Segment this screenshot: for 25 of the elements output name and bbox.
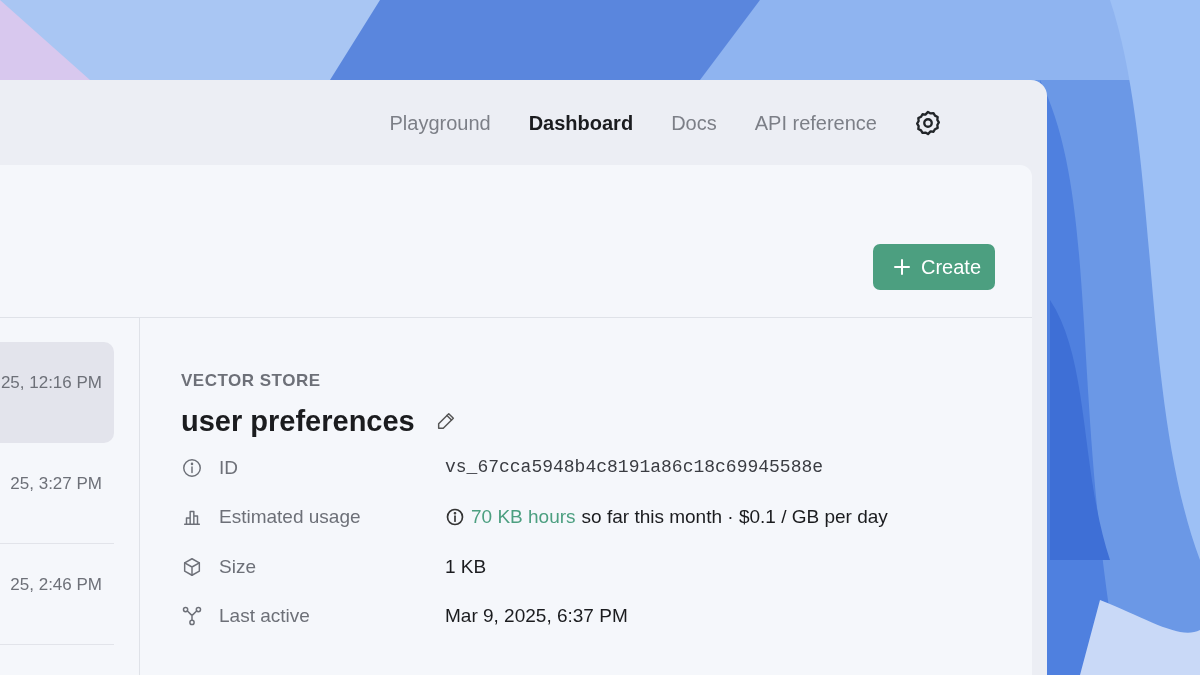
nav-link[interactable]: Docs <box>652 107 736 138</box>
cube-icon <box>181 555 203 578</box>
field-label: Estimated usage <box>219 505 361 529</box>
field-value: 1 KB <box>445 554 487 579</box>
list-item[interactable]: 25, 2:46 PM <box>0 544 114 645</box>
usage-link[interactable]: 70 KB hours <box>471 503 576 532</box>
field-label: Size <box>219 554 256 579</box>
section-label: VECTOR STORE <box>181 370 322 392</box>
nav-link[interactable]: API reference <box>735 107 896 138</box>
list-item[interactable]: 25, 3:27 PM <box>0 443 114 544</box>
nodes-icon <box>181 605 203 628</box>
field-label: Last active <box>219 604 310 628</box>
field-label: ID <box>219 455 238 480</box>
field-value: Mar 9, 2025, 6:37 PM <box>445 604 628 628</box>
nav-link[interactable]: Dashboard <box>509 107 653 138</box>
field-value: vs_67cca5948b4c8191a86c18c69945588e <box>445 456 824 480</box>
settings-icon[interactable] <box>914 108 942 137</box>
info-icon <box>181 456 203 479</box>
info-icon <box>445 507 465 528</box>
list-item[interactable]: 25, 12:16 PM <box>0 342 114 443</box>
create-button[interactable]: Create <box>872 244 995 290</box>
plus-icon <box>892 258 911 276</box>
store-title: user preferences <box>181 403 415 439</box>
nav-link[interactable]: Playground <box>370 107 510 138</box>
field-value: so far this month · $0.1 / GB per day <box>581 505 888 529</box>
